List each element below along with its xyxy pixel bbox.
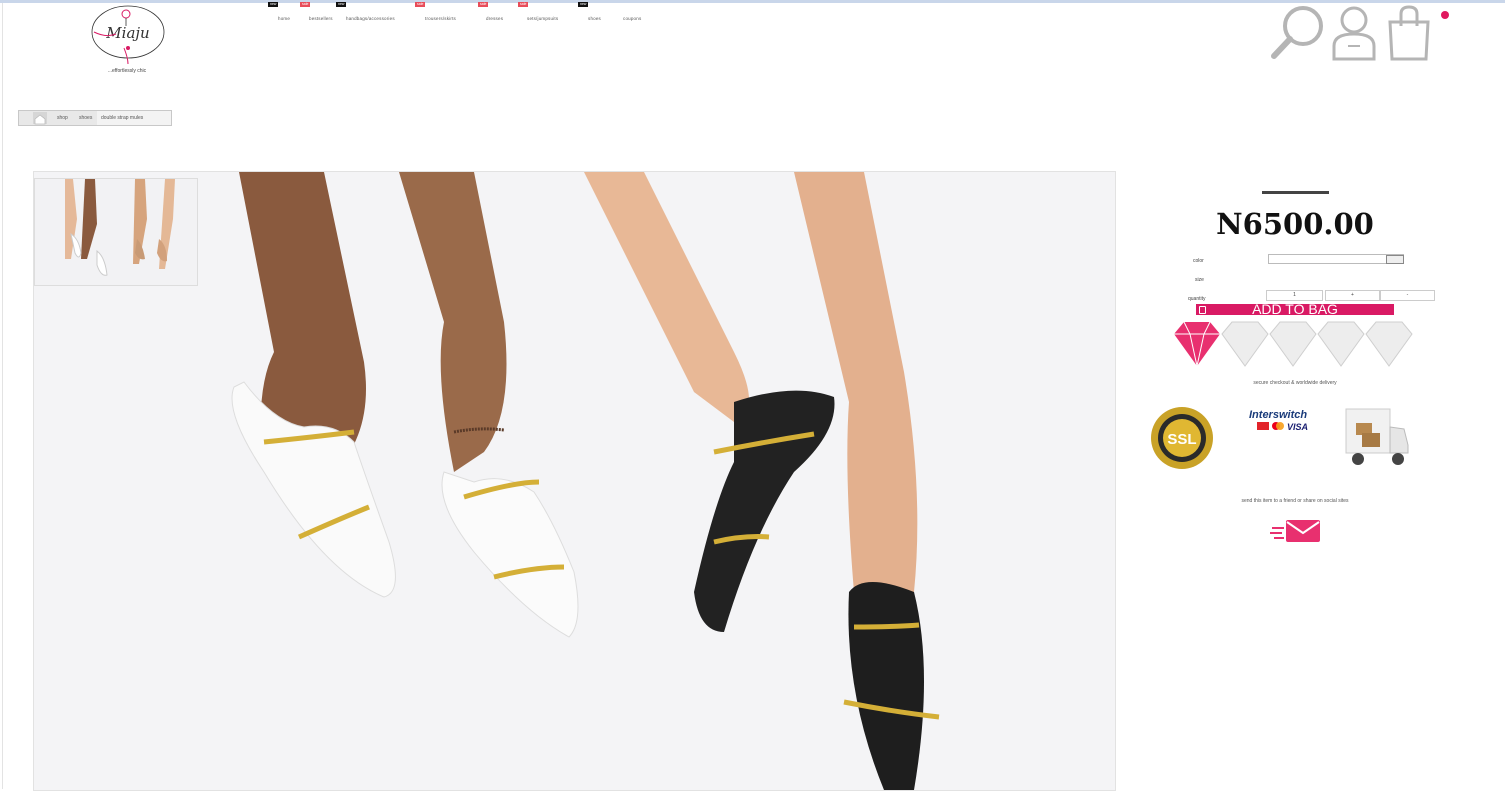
product-price: N6500.00 (1216, 207, 1374, 241)
breadcrumb: shop shoes double strap mules (18, 110, 172, 126)
page-left-border (2, 3, 3, 789)
nav-item-handbags[interactable]: handbags/accessories (346, 16, 395, 21)
rating-diamonds[interactable] (1170, 320, 1422, 368)
add-to-bag-label: ADD TO BAG (1252, 301, 1338, 317)
interswitch-visa-icon: Interswitch VISA (1245, 404, 1319, 434)
breadcrumb-shop[interactable]: shop (57, 115, 68, 121)
nav-item-trousers[interactable]: trousers/skirts (425, 16, 456, 21)
home-icon[interactable] (33, 112, 47, 125)
nav-badge-trousers: sale (415, 2, 426, 7)
nav-badge-sets: sale (518, 2, 529, 7)
thumbnail-photo (65, 179, 175, 276)
delivery-note: secure checkout & worldwide delivery (1253, 380, 1337, 386)
product-thumbnail[interactable] (34, 178, 198, 286)
bag-icon (1199, 306, 1206, 314)
color-select[interactable] (1268, 254, 1404, 264)
mail-share-icon[interactable] (1270, 518, 1322, 544)
search-icon[interactable] (1268, 4, 1328, 67)
diamond-icon-empty (1221, 321, 1413, 367)
color-dropdown-button[interactable] (1386, 255, 1404, 264)
nav-item-dresses[interactable]: dresses (486, 16, 503, 21)
brand-logo[interactable]: Miaju (86, 4, 170, 66)
user-icon[interactable] (1330, 4, 1378, 67)
nav-badge-bestsellers: sale (300, 2, 311, 7)
brand-tagline: ...effortlessly chic (107, 68, 147, 74)
quantity-minus-button[interactable]: - (1380, 290, 1435, 301)
ssl-badge-icon: SSL (1149, 405, 1215, 471)
nav-item-bestsellers[interactable]: bestsellers (309, 16, 333, 21)
diamond-icon-filled (1174, 321, 1220, 367)
quantity-input[interactable]: 1 (1266, 290, 1323, 301)
share-note: send this item to a friend or share on s… (1241, 498, 1349, 504)
svg-text:SSL: SSL (1167, 431, 1196, 448)
size-label: size (1195, 277, 1204, 283)
product-title-bar (1262, 191, 1329, 194)
nav-badge-dresses: sale (478, 2, 489, 7)
svg-text:VISA: VISA (1287, 422, 1308, 432)
shopping-bag-icon[interactable] (1384, 4, 1434, 67)
main-navigation: new home sale bestsellers new handbags/a… (262, 0, 662, 30)
add-to-bag-button[interactable]: ADD TO BAG (1196, 301, 1394, 317)
nav-item-coupons[interactable]: coupons (623, 16, 641, 21)
cart-count-badge (1441, 11, 1449, 19)
browser-top-line (0, 0, 1505, 3)
nav-badge-home: new (268, 2, 279, 7)
nav-badge-shoes: new (578, 2, 589, 7)
svg-text:Interswitch: Interswitch (1249, 409, 1307, 421)
nav-badge-handbags: new (336, 2, 347, 7)
delivery-truck-icon (1342, 405, 1412, 471)
quantity-label: quantity (1188, 296, 1206, 302)
color-label: color (1193, 258, 1204, 264)
nav-item-home[interactable]: home (278, 16, 290, 21)
quantity-plus-button[interactable]: + (1325, 290, 1380, 301)
svg-text:Miaju: Miaju (105, 24, 149, 42)
logo-mark: Miaju (91, 5, 165, 65)
nav-item-sets[interactable]: sets/jumpsuits (527, 16, 558, 21)
breadcrumb-current: double strap mules (101, 115, 144, 121)
breadcrumb-shoes[interactable]: shoes (79, 115, 92, 121)
nav-item-shoes[interactable]: shoes (588, 16, 601, 21)
